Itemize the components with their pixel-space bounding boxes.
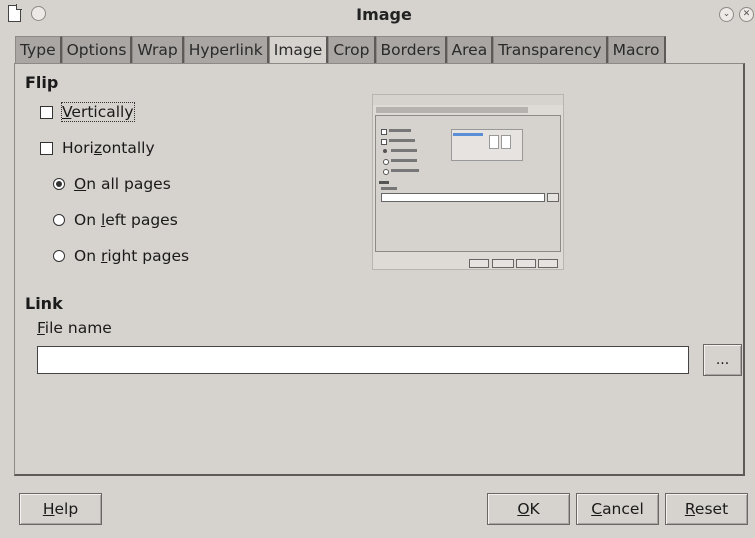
browse-button[interactable]: ... — [703, 344, 742, 376]
help-button[interactable]: Help — [19, 493, 102, 525]
vertically-label: Vertically — [61, 102, 135, 122]
on-right-pages-label: On right pages — [74, 247, 190, 265]
file-name-label: File name — [37, 319, 112, 337]
on-left-pages-radio[interactable]: On left pages — [53, 211, 178, 229]
horizontally-check-box[interactable] — [40, 141, 53, 155]
tab-image[interactable]: Image — [268, 36, 329, 65]
window-title: Image — [356, 5, 412, 24]
tab-area[interactable]: Area — [446, 36, 494, 63]
horizontally-checkbox[interactable]: Horizontally — [40, 139, 155, 157]
tab-bar: Type Options Wrap Hyperlink Image Crop B… — [15, 36, 666, 65]
on-left-pages-radio-button[interactable] — [53, 214, 65, 226]
on-left-pages-label: On left pages — [74, 211, 178, 229]
ok-button[interactable]: OK — [487, 493, 570, 525]
tab-crop[interactable]: Crop — [328, 36, 376, 63]
tab-borders[interactable]: Borders — [375, 36, 447, 63]
on-right-pages-radio-button[interactable] — [53, 250, 65, 262]
image-preview — [372, 94, 564, 270]
tab-type[interactable]: Type — [15, 36, 62, 63]
on-all-pages-radio-button[interactable] — [53, 178, 65, 190]
tab-macro[interactable]: Macro — [607, 36, 666, 63]
chevron-down-icon[interactable]: ⌄ — [719, 7, 734, 22]
cancel-button[interactable]: Cancel — [576, 493, 659, 525]
link-heading: Link — [25, 294, 63, 313]
horizontally-label: Horizontally — [62, 139, 155, 157]
on-all-pages-radio[interactable]: On all pages — [53, 175, 171, 193]
on-right-pages-radio[interactable]: On right pages — [53, 247, 189, 265]
reset-button[interactable]: Reset — [665, 493, 748, 525]
tab-wrap[interactable]: Wrap — [132, 36, 184, 63]
close-icon[interactable]: ✕ — [739, 7, 754, 22]
on-all-pages-label: On all pages — [74, 175, 171, 193]
tab-hyperlink[interactable]: Hyperlink — [183, 36, 269, 63]
file-name-input[interactable] — [37, 346, 689, 374]
tab-transparency[interactable]: Transparency — [493, 36, 608, 63]
vertically-checkbox[interactable]: Vertically — [40, 102, 135, 122]
vertically-check-box[interactable] — [40, 105, 53, 119]
flip-heading: Flip — [25, 73, 59, 92]
tab-options[interactable]: Options — [61, 36, 133, 63]
